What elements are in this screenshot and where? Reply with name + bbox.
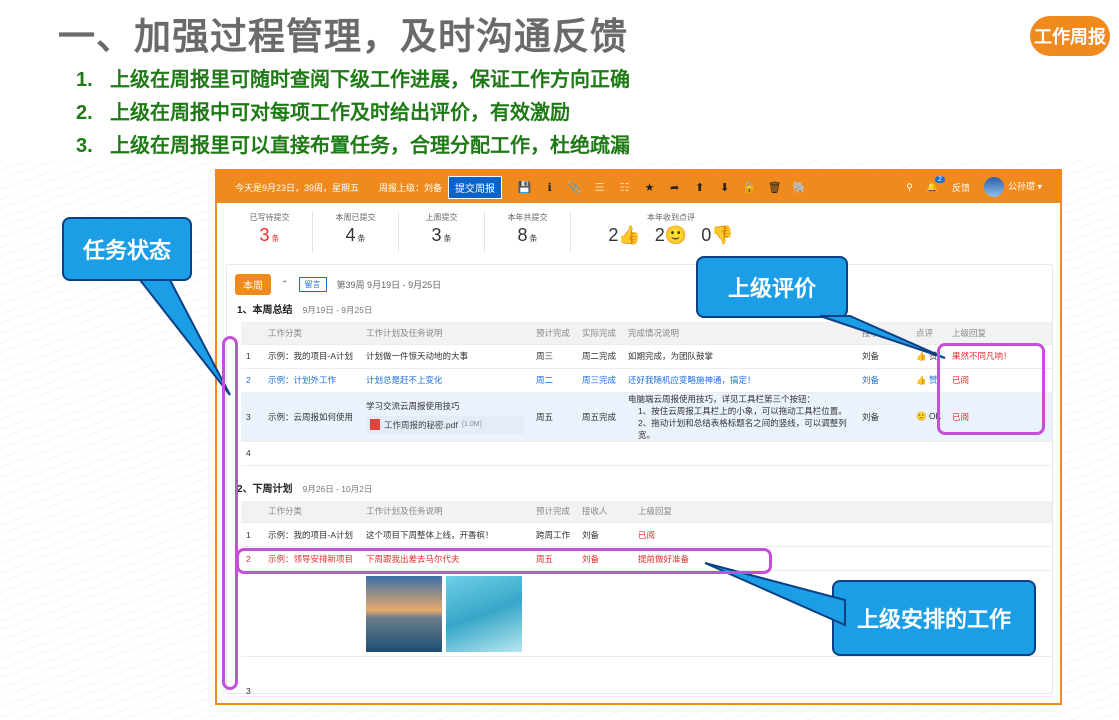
eval-highlight-box	[937, 343, 1045, 435]
status-pointer	[137, 279, 231, 396]
assigned-highlight-box	[236, 548, 772, 574]
status-highlight-box	[222, 336, 238, 690]
eval-pointer	[819, 315, 946, 359]
